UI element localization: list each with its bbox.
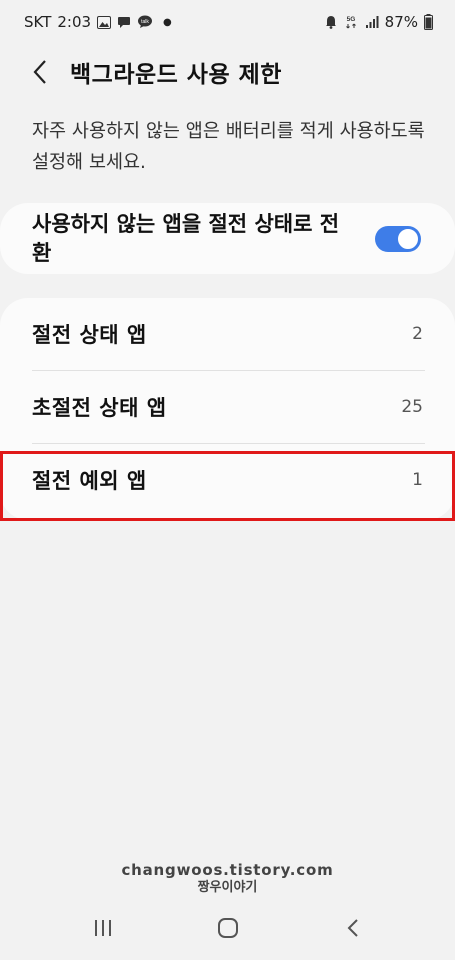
image-icon: [97, 15, 112, 29]
battery-percent: 87%: [384, 13, 418, 31]
list-item-count: 2: [412, 324, 423, 344]
back-icon: [347, 919, 358, 937]
svg-text:5G: 5G: [346, 16, 355, 23]
home-icon: [217, 918, 238, 938]
list-item-sleeping-apps[interactable]: 절전 상태 앱 2: [0, 298, 455, 370]
5g-icon: 5G: [343, 14, 359, 30]
chat-icon: [117, 15, 131, 29]
back-button[interactable]: [18, 50, 62, 94]
page-description: 자주 사용하지 않는 앱은 배터리를 적게 사용하도록 설정해 보세요.: [32, 121, 425, 173]
list-item-never-sleeping-apps[interactable]: 절전 예외 앱 1: [0, 444, 455, 516]
list-item-label: 초절전 상태 앱: [32, 396, 167, 420]
auto-sleep-switch[interactable]: [375, 226, 421, 252]
dot-icon: ●: [163, 16, 172, 28]
home-button[interactable]: [198, 906, 258, 950]
list-item-label: 절전 상태 앱: [32, 323, 147, 347]
status-left: SKT 2:03 talk ●: [24, 13, 172, 31]
watermark-url: changwoos.tistory.com: [121, 861, 334, 879]
status-right: 5G 87%: [325, 13, 433, 31]
recents-icon: [94, 920, 111, 936]
list-item-deep-sleeping-apps[interactable]: 초절전 상태 앱 25: [0, 371, 455, 443]
app-header: 백그라운드 사용 제한: [0, 48, 455, 96]
toggle-label: 사용하지 않는 앱을 절전 상태로 전환: [32, 211, 340, 265]
list-item-count: 1: [412, 470, 423, 490]
switch-knob: [396, 227, 420, 251]
svg-text:talk: talk: [141, 19, 149, 25]
navigation-bar: [0, 896, 455, 960]
alarm-icon: [325, 15, 337, 29]
chevron-left-icon: [33, 60, 46, 84]
list-item-count: 25: [401, 397, 423, 417]
status-bar: SKT 2:03 talk ● 5G 87%: [0, 0, 455, 44]
battery-icon: [424, 14, 433, 30]
app-category-list: 절전 상태 앱 2 초절전 상태 앱 25 절전 예외 앱 1: [0, 298, 455, 520]
talk-icon: talk: [137, 15, 153, 29]
signal-icon: [365, 15, 379, 29]
page-title: 백그라운드 사용 제한: [70, 62, 282, 88]
watermark: changwoos.tistory.com 짱우이야기: [0, 860, 455, 896]
list-item-label: 절전 예외 앱: [32, 469, 147, 493]
carrier-label: SKT: [24, 13, 52, 31]
auto-sleep-toggle-row[interactable]: 사용하지 않는 앱을 절전 상태로 전환: [0, 203, 455, 274]
clock: 2:03: [57, 13, 92, 31]
recents-button[interactable]: [73, 906, 133, 950]
nav-back-button[interactable]: [323, 906, 383, 950]
watermark-name: 짱우이야기: [197, 880, 258, 895]
